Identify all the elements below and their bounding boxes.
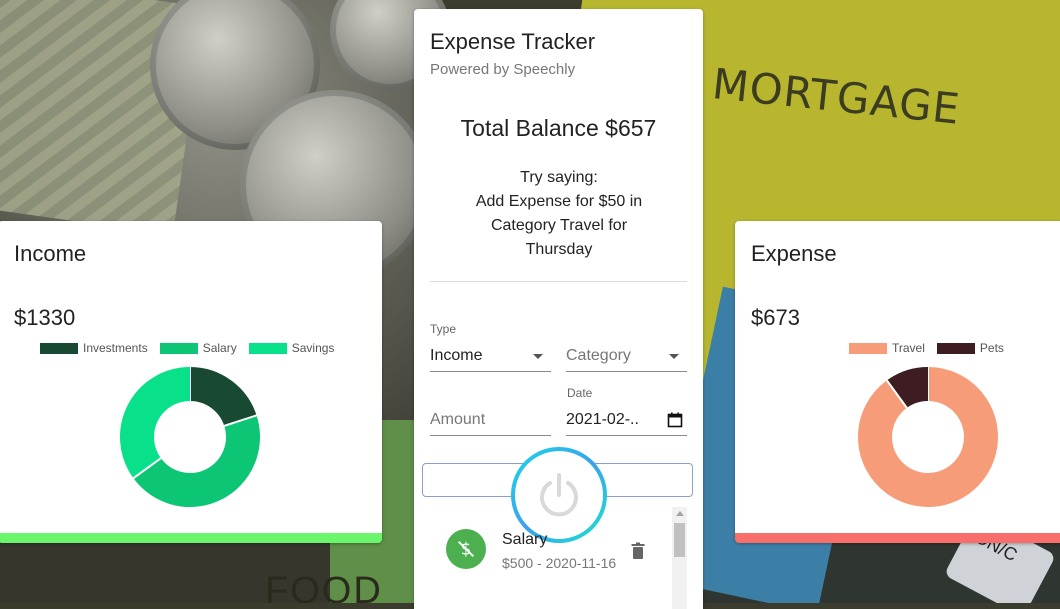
food-word: FOOD bbox=[265, 570, 383, 603]
divider bbox=[430, 281, 687, 282]
chevron-down-icon bbox=[533, 354, 543, 359]
scroll-thumb[interactable] bbox=[674, 523, 685, 557]
income-donut-chart bbox=[120, 367, 260, 507]
hint-line: Thursday bbox=[525, 241, 593, 258]
money-off-icon: $ bbox=[458, 540, 474, 559]
legend-item-travel[interactable]: Travel bbox=[849, 341, 925, 355]
income-card: Income $1330 Investments Salary Savings bbox=[0, 221, 382, 543]
expense-amount: $673 bbox=[751, 305, 800, 330]
expense-donut-chart bbox=[858, 367, 998, 507]
list-item[interactable]: $ Salary $500 - 2020-11-16 bbox=[430, 519, 670, 579]
legend-label: Salary bbox=[202, 341, 237, 355]
transaction-list: $ Salary $500 - 2020-11-16 bbox=[430, 507, 687, 609]
avatar: $ bbox=[446, 529, 486, 569]
scroll-up-arrow[interactable] bbox=[676, 511, 684, 516]
date-label: Date bbox=[567, 386, 593, 400]
transaction-detail: $500 - 2020-11-16 bbox=[502, 555, 617, 571]
trash-icon[interactable] bbox=[628, 541, 648, 561]
legend-label: Pets bbox=[979, 341, 1004, 355]
legend-item-pets[interactable]: Pets bbox=[936, 341, 1004, 355]
income-amount: $1330 bbox=[14, 305, 76, 330]
category-select[interactable]: Category bbox=[566, 339, 687, 372]
voice-hint: Try saying: Add Expense for $50 in Categ… bbox=[454, 166, 664, 262]
total-balance: Total Balance $657 bbox=[460, 115, 657, 141]
expense-legend: Travel Pets bbox=[849, 341, 1004, 355]
legend-label: Savings bbox=[291, 341, 335, 355]
chevron-down-icon bbox=[669, 354, 679, 359]
scrollbar[interactable] bbox=[672, 507, 687, 609]
legend-item-savings[interactable]: Savings bbox=[248, 341, 335, 355]
hint-line: Add Expense for $50 in bbox=[475, 193, 643, 210]
app-title: Expense Tracker bbox=[430, 29, 596, 54]
type-value: Income bbox=[430, 347, 483, 364]
legend-swatch bbox=[936, 342, 975, 354]
income-legend: Investments Salary Savings bbox=[40, 341, 334, 355]
type-select[interactable]: Income bbox=[430, 339, 551, 372]
type-label: Type bbox=[430, 322, 457, 336]
hint-line: Try saying: bbox=[520, 169, 598, 186]
donut-slice-savings[interactable] bbox=[120, 367, 191, 479]
legend-swatch bbox=[159, 342, 198, 354]
donut-slice-salary[interactable] bbox=[133, 415, 260, 507]
transaction-title: Salary bbox=[502, 531, 548, 548]
calendar-icon[interactable] bbox=[667, 412, 683, 428]
legend-swatch bbox=[248, 342, 287, 354]
category-placeholder: Category bbox=[566, 347, 631, 364]
legend-swatch bbox=[40, 342, 78, 354]
legend-label: Travel bbox=[892, 341, 925, 355]
legend-label: Investments bbox=[83, 341, 148, 355]
legend-item-salary[interactable]: Salary bbox=[159, 341, 237, 355]
hint-line: Category Travel for bbox=[490, 217, 628, 234]
legend-swatch bbox=[849, 342, 887, 354]
date-value: 2021-02-.. bbox=[566, 411, 639, 428]
amount-placeholder: Amount bbox=[430, 411, 486, 428]
expense-card: Expense $673 Travel Pets bbox=[735, 221, 1060, 543]
amount-input[interactable]: Amount bbox=[430, 403, 551, 436]
expense-tracker-card: Expense Tracker Powered by Speechly Tota… bbox=[414, 9, 703, 609]
legend-item-investments[interactable]: Investments bbox=[40, 341, 148, 355]
donut-slice-pets[interactable] bbox=[886, 367, 929, 409]
app-subtitle: Powered by Speechly bbox=[430, 61, 576, 78]
income-title: Income bbox=[14, 241, 87, 266]
donut-slice-investments[interactable] bbox=[189, 367, 257, 427]
expense-title: Expense bbox=[751, 241, 837, 266]
date-input[interactable]: 2021-02-.. bbox=[566, 403, 687, 436]
